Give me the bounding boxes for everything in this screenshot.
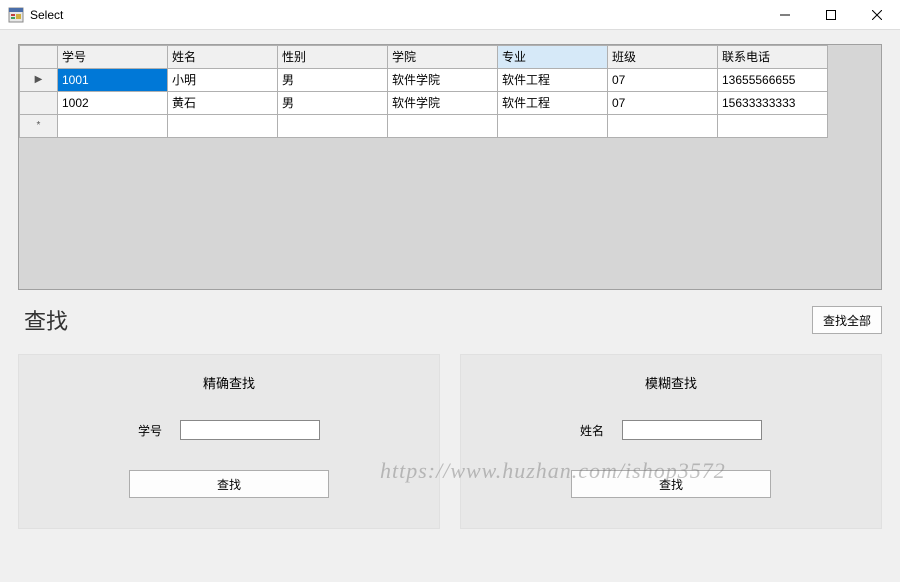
grid-cell[interactable]	[718, 115, 828, 138]
grid-cell[interactable]	[278, 115, 388, 138]
grid-cell[interactable]	[168, 115, 278, 138]
grid-corner[interactable]	[20, 46, 58, 69]
view-all-button[interactable]: 查找全部	[812, 306, 882, 334]
column-header[interactable]: 姓名	[168, 46, 278, 69]
fuzzy-search-input[interactable]	[622, 420, 762, 440]
minimize-button[interactable]	[762, 0, 808, 30]
column-header[interactable]: 学院	[388, 46, 498, 69]
maximize-button[interactable]	[808, 0, 854, 30]
exact-search-input[interactable]	[180, 420, 320, 440]
fuzzy-search-title: 模糊查找	[645, 373, 697, 392]
grid-cell[interactable]: 软件学院	[388, 92, 498, 115]
grid-cell[interactable]: 软件工程	[498, 69, 608, 92]
window-title: Select	[30, 8, 63, 22]
grid-cell[interactable]: 软件学院	[388, 69, 498, 92]
grid-cell[interactable]: 小明	[168, 69, 278, 92]
window-titlebar: Select	[0, 0, 900, 30]
grid-cell[interactable]: 07	[608, 69, 718, 92]
fuzzy-field-label: 姓名	[580, 422, 604, 439]
exact-search-panel: 精确查找 学号 查找	[18, 354, 440, 529]
exact-search-button[interactable]: 查找	[129, 470, 329, 498]
exact-search-title: 精确查找	[203, 373, 255, 392]
app-icon	[8, 7, 24, 23]
exact-field-label: 学号	[138, 422, 162, 439]
row-header[interactable]	[20, 92, 58, 115]
grid-cell[interactable]: 黄石	[168, 92, 278, 115]
grid-cell[interactable]: 男	[278, 69, 388, 92]
grid-cell[interactable]: 13655566655	[718, 69, 828, 92]
column-header[interactable]: 班级	[608, 46, 718, 69]
grid-cell[interactable]	[58, 115, 168, 138]
column-header[interactable]: 专业	[498, 46, 608, 69]
column-header[interactable]: 性别	[278, 46, 388, 69]
column-header[interactable]: 联系电话	[718, 46, 828, 69]
row-header[interactable]: ▶	[20, 69, 58, 92]
grid-cell[interactable]	[498, 115, 608, 138]
grid-cell[interactable]	[608, 115, 718, 138]
grid-cell[interactable]: 软件工程	[498, 92, 608, 115]
grid-cell[interactable]	[388, 115, 498, 138]
fuzzy-search-button[interactable]: 查找	[571, 470, 771, 498]
close-button[interactable]	[854, 0, 900, 30]
grid-cell[interactable]: 07	[608, 92, 718, 115]
grid-cell[interactable]: 1002	[58, 92, 168, 115]
grid-cell[interactable]: 男	[278, 92, 388, 115]
search-section-title: 查找	[24, 304, 68, 336]
column-header[interactable]: 学号	[58, 46, 168, 69]
fuzzy-search-panel: 模糊查找 姓名 查找	[460, 354, 882, 529]
new-row-header[interactable]: *	[20, 115, 58, 138]
grid-cell[interactable]: 1001	[58, 69, 168, 92]
client-area: 学号姓名性别学院专业班级联系电话▶1001小明男软件学院软件工程07136555…	[0, 30, 900, 582]
data-grid[interactable]: 学号姓名性别学院专业班级联系电话 ▶1001小明男软件学院软件工程07136555…	[18, 44, 882, 290]
grid-cell[interactable]: 15633333333	[718, 92, 828, 115]
